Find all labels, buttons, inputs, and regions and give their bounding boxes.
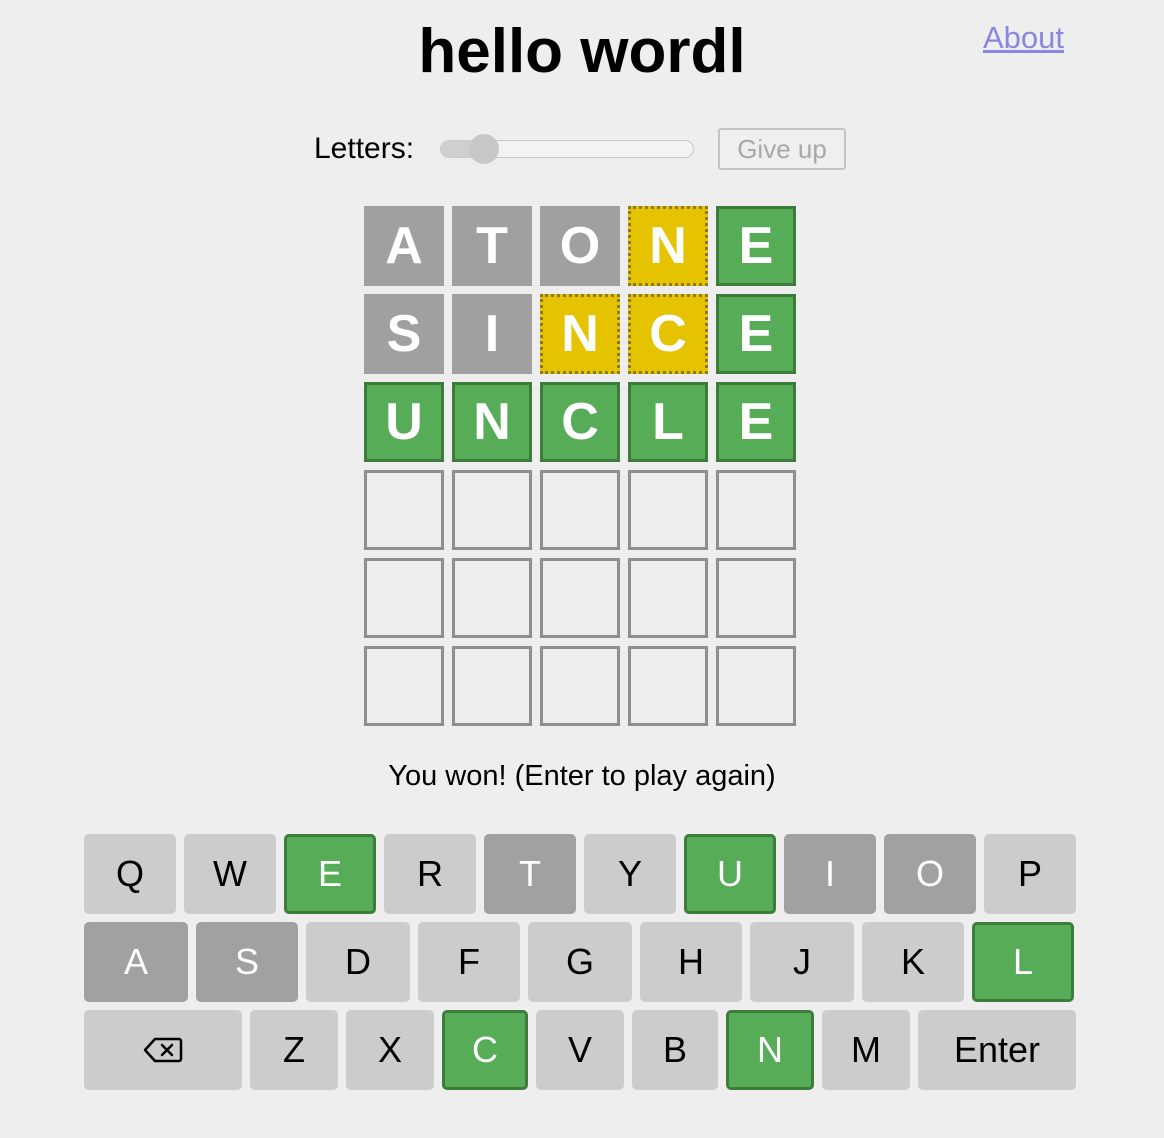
key-j[interactable]: J: [750, 922, 854, 1002]
board-tile: [716, 470, 796, 550]
key-k[interactable]: K: [862, 922, 964, 1002]
key-o[interactable]: O: [884, 834, 976, 914]
key-w[interactable]: W: [184, 834, 276, 914]
key-l[interactable]: L: [972, 922, 1074, 1002]
about-link[interactable]: About: [983, 20, 1064, 56]
board-tile: [452, 646, 532, 726]
board-tile: N: [540, 294, 620, 374]
board-tile: L: [628, 382, 708, 462]
settings-controls: Letters: Give up: [314, 128, 846, 170]
key-z[interactable]: Z: [250, 1010, 338, 1090]
key-enter[interactable]: Enter: [918, 1010, 1076, 1090]
slider-thumb[interactable]: [468, 134, 499, 164]
board-tile: N: [628, 206, 708, 286]
status-message: You won! (Enter to play again): [388, 760, 776, 792]
letters-label: Letters:: [314, 132, 415, 165]
backspace-icon: [143, 1037, 183, 1063]
backspace-key[interactable]: [84, 1010, 242, 1090]
board-tile: I: [452, 294, 532, 374]
board-tile: [540, 646, 620, 726]
board-tile: O: [540, 206, 620, 286]
key-n[interactable]: N: [726, 1010, 814, 1090]
board-tile: [452, 470, 532, 550]
board-tile: C: [628, 294, 708, 374]
board-tile: N: [452, 382, 532, 462]
keyboard-row-2: ASDFGHJKL: [84, 922, 1074, 1002]
board-tile: T: [452, 206, 532, 286]
board-tile: [628, 646, 708, 726]
board-tile: [364, 558, 444, 638]
board-tile: U: [364, 382, 444, 462]
key-i[interactable]: I: [784, 834, 876, 914]
board-tile: [452, 558, 532, 638]
board-tile: [364, 646, 444, 726]
key-v[interactable]: V: [536, 1010, 624, 1090]
board-tile: A: [364, 206, 444, 286]
key-c[interactable]: C: [442, 1010, 528, 1090]
key-x[interactable]: X: [346, 1010, 434, 1090]
keyboard-row-1: QWERTYUIOP: [84, 834, 1076, 914]
key-y[interactable]: Y: [584, 834, 676, 914]
key-s[interactable]: S: [196, 922, 298, 1002]
key-g[interactable]: G: [528, 922, 632, 1002]
key-a[interactable]: A: [84, 922, 188, 1002]
key-e[interactable]: E: [284, 834, 376, 914]
board-tile: [716, 646, 796, 726]
board-tile: E: [716, 206, 796, 286]
key-u[interactable]: U: [684, 834, 776, 914]
keyboard-row-3: Z X C V B N M Enter: [84, 1010, 1076, 1090]
board-tile: E: [716, 382, 796, 462]
board-tile: [540, 558, 620, 638]
board-tile: [540, 470, 620, 550]
key-q[interactable]: Q: [84, 834, 176, 914]
board-tile: [628, 470, 708, 550]
board-tile: [716, 558, 796, 638]
key-p[interactable]: P: [984, 834, 1076, 914]
board-tile: [364, 470, 444, 550]
game-board: ATONESINCEUNCLE: [364, 206, 796, 726]
key-t[interactable]: T: [484, 834, 576, 914]
key-m[interactable]: M: [822, 1010, 910, 1090]
board-tile: E: [716, 294, 796, 374]
key-f[interactable]: F: [418, 922, 520, 1002]
board-tile: S: [364, 294, 444, 374]
key-d[interactable]: D: [306, 922, 410, 1002]
board-tile: C: [540, 382, 620, 462]
key-h[interactable]: H: [640, 922, 742, 1002]
board-tile: [628, 558, 708, 638]
key-b[interactable]: B: [632, 1010, 718, 1090]
key-r[interactable]: R: [384, 834, 476, 914]
give-up-button[interactable]: Give up: [718, 128, 846, 170]
letters-slider[interactable]: [440, 134, 694, 164]
